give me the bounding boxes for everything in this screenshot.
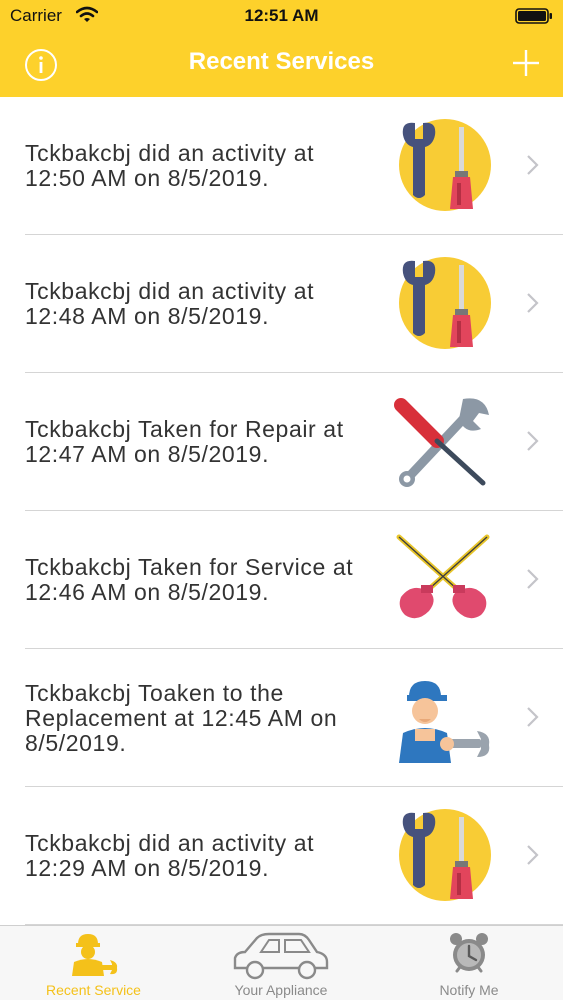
plungers-icon [396,534,490,619]
service-description: Tckbakcbj Toaken to the Replacement at 1… [25,679,338,756]
tab-notify-me[interactable]: Notify Me [375,926,563,1000]
chevron-right-icon [527,845,539,865]
list-item[interactable]: Tckbakcbj Taken for Repair at 12:47 AM o… [0,373,563,511]
plus-icon[interactable] [511,48,541,78]
service-description: Tckbakcbj did an activity at 12:48 AM on… [25,278,315,329]
alarm-clock-icon [450,933,488,973]
tab-label: Recent Service [46,982,141,998]
service-description: Tckbakcbj did an activity at 12:50 AM on… [25,140,315,191]
service-description: Tckbakcbj Taken for Service at 12:46 AM … [25,554,354,605]
list-item[interactable]: Tckbakcbj did an activity at 12:29 AM on… [0,787,563,925]
page-title: Recent Services [188,48,375,75]
chevron-right-icon [527,293,539,313]
list-item[interactable]: Tckbakcbj Toaken to the Replacement at 1… [0,649,563,787]
wrench-screwdriver-icon [399,257,491,349]
wrench-screwdriver-icon [399,809,491,901]
tab-bar: Recent Service Your Appliance Notify Me [0,925,563,1000]
car-icon [233,932,329,980]
service-description: Tckbakcbj did an activity at 12:29 AM on… [25,830,315,881]
repairman-icon [399,681,490,763]
navigation-bar: Recent Services [0,30,563,97]
repairman-tab-icon [72,934,118,976]
list-item[interactable]: Tckbakcbj did an activity at 12:48 AM on… [0,235,563,373]
list-item[interactable]: Tckbakcbj Taken for Service at 12:46 AM … [0,511,563,649]
status-time: 12:51 AM [244,6,319,25]
chevron-right-icon [527,707,539,727]
tab-label: Notify Me [439,982,499,998]
crossed-tools-icon [394,398,489,487]
list-item[interactable]: Tckbakcbj did an activity at 12:50 AM on… [0,97,563,235]
chevron-right-icon [527,431,539,451]
tab-recent-service[interactable]: Recent Service [0,926,187,1000]
chevron-right-icon [527,155,539,175]
tab-your-appliance[interactable]: Your Appliance [187,926,375,1000]
chevron-right-icon [527,569,539,589]
battery-icon [515,8,552,24]
status-bar: Carrier 12:51 AM [0,0,563,30]
service-description: Tckbakcbj Taken for Repair at 12:47 AM o… [25,416,344,467]
tab-label: Your Appliance [234,982,328,998]
wrench-screwdriver-icon [399,119,491,211]
services-list: Tckbakcbj did an activity at 12:50 AM on… [0,97,563,925]
